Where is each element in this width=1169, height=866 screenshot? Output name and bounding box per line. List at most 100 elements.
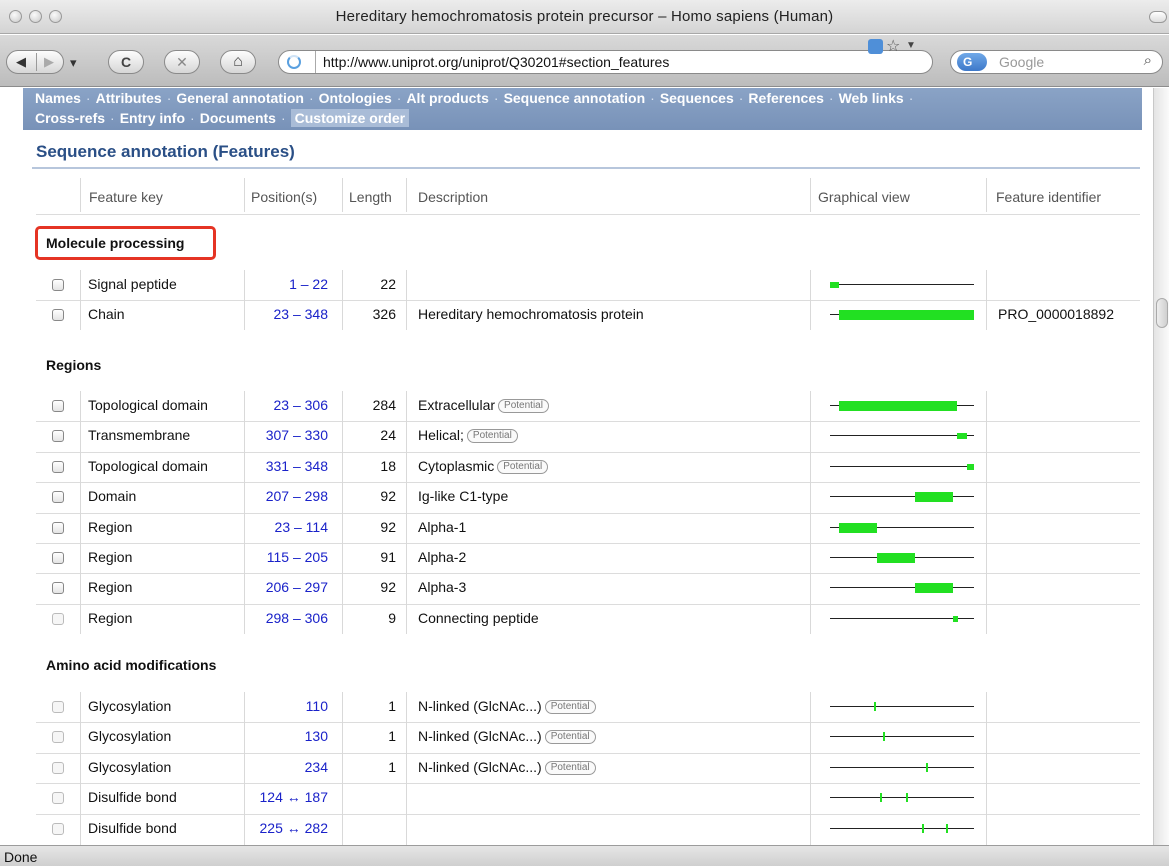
customize-order-link[interactable]: Customize order xyxy=(290,109,410,127)
feature-length: 92 xyxy=(380,518,396,535)
table-row: Topological domain 23 – 306 284 Extracellul… xyxy=(36,391,1140,421)
section-divider xyxy=(32,167,1140,169)
position-link[interactable]: 307 – 330 xyxy=(266,427,328,443)
position-link[interactable]: 225 ↔ 282 xyxy=(260,820,329,836)
position-link[interactable]: 23 – 114 xyxy=(275,519,328,535)
row-checkbox[interactable] xyxy=(52,552,64,564)
status-text: Done xyxy=(4,849,38,865)
feature-key: Region xyxy=(88,579,133,596)
position-link[interactable]: 234 xyxy=(305,759,328,775)
position-link[interactable]: 124 ↔ 187 xyxy=(260,789,329,805)
evidence-badge[interactable]: Potential xyxy=(498,399,549,413)
row-checkbox[interactable] xyxy=(52,612,64,625)
feature-key: Disulfide bond xyxy=(88,819,177,836)
evidence-badge[interactable]: Potential xyxy=(544,700,596,714)
feature-key: Glycosylation xyxy=(88,758,172,775)
nav-link-ontologies[interactable]: Ontologies xyxy=(319,90,392,106)
row-checkbox[interactable] xyxy=(52,279,64,291)
position-link[interactable]: 206 – 297 xyxy=(266,579,328,595)
row-checkbox[interactable] xyxy=(52,521,64,534)
position-link[interactable]: 207 – 298 xyxy=(266,488,328,504)
nav-link-sequences[interactable]: Sequences xyxy=(660,90,734,106)
feature-range-bar xyxy=(915,583,953,594)
row-checkbox[interactable] xyxy=(52,309,64,322)
row-checkbox[interactable] xyxy=(52,731,64,744)
row-checkbox[interactable] xyxy=(52,582,64,595)
section-nav: Names · Attributes · General annotation · Onto… xyxy=(23,88,1142,130)
group-title: Regions xyxy=(46,357,102,373)
table-row: Glycosylation 234 1 N-linked (GlcNAc...) Pot… xyxy=(36,753,1140,783)
vertical-scrollbar[interactable] xyxy=(1153,88,1169,845)
nav-link-entry-info[interactable]: Entry info xyxy=(120,110,185,126)
search-box[interactable]: G Google ⌕ xyxy=(950,50,1163,74)
row-checkbox[interactable] xyxy=(52,792,64,805)
position-link[interactable]: 23 – 306 xyxy=(274,397,329,413)
home-icon[interactable]: ⌂ xyxy=(220,50,256,74)
evidence-badge[interactable]: Potential xyxy=(497,459,549,474)
nav-link-references[interactable]: References xyxy=(748,90,824,106)
scrollbar-thumb[interactable] xyxy=(1156,298,1168,328)
nav-link-alt-products[interactable]: Alt products xyxy=(406,90,488,106)
forward-arrow-icon[interactable]: ▶ xyxy=(44,51,54,73)
bookmark-star-icon[interactable]: ☆ xyxy=(886,36,900,56)
search-icon[interactable]: ⌕ xyxy=(1144,52,1152,69)
col-header-feature-key: Feature key xyxy=(89,189,163,205)
graphical-view xyxy=(820,814,980,844)
nav-separator: · xyxy=(396,90,402,106)
position-link[interactable]: 1 – 22 xyxy=(289,276,328,292)
feature-description: Helical; Potential xyxy=(418,427,518,444)
position-link[interactable]: 115 – 205 xyxy=(267,549,328,565)
row-checkbox[interactable] xyxy=(52,460,64,473)
column-divider xyxy=(406,178,407,212)
position-link[interactable]: 331 – 348 xyxy=(266,458,328,474)
row-checkbox[interactable] xyxy=(52,491,64,504)
evidence-badge[interactable]: Potential xyxy=(466,429,518,444)
nav-link-general-annotation[interactable]: General annotation xyxy=(176,90,304,106)
column-divider xyxy=(810,178,811,212)
feature-key: Chain xyxy=(88,306,125,323)
row-checkbox[interactable] xyxy=(52,822,64,835)
rss-icon[interactable] xyxy=(868,39,883,54)
row-checkbox[interactable] xyxy=(52,701,64,713)
google-search-engine-icon[interactable]: G xyxy=(957,53,987,71)
feature-key: Disulfide bond xyxy=(88,789,177,806)
address-bar[interactable]: http://www.uniprot.org/uniprot/Q30201#se… xyxy=(278,50,933,74)
nav-link-web-links[interactable]: Web links xyxy=(839,90,904,106)
feature-identifier[interactable]: PRO_0000018892 xyxy=(998,306,1114,322)
nav-link-sequence-annotation[interactable]: Sequence annotation xyxy=(504,90,646,106)
section-title: Sequence annotation (Features) xyxy=(36,142,295,161)
graphical-view xyxy=(820,300,980,330)
table-row: Region 23 – 114 92 Alpha-1 xyxy=(36,513,1140,543)
bookmark-dropdown-icon[interactable]: ▼ xyxy=(906,40,916,51)
nav-separator: · xyxy=(110,110,115,126)
position-link[interactable]: 110 xyxy=(306,698,328,714)
nav-link-names[interactable]: Names xyxy=(35,90,81,106)
nav-link-attributes[interactable]: Attributes xyxy=(96,90,162,106)
toolbar-toggle-button[interactable] xyxy=(1149,11,1167,23)
stop-icon[interactable]: ✕ xyxy=(164,50,200,74)
feature-length: 1 xyxy=(388,728,396,745)
row-checkbox[interactable] xyxy=(52,761,64,774)
evidence-badge[interactable]: Potential xyxy=(544,730,596,745)
back-arrow-icon[interactable]: ◀ xyxy=(16,51,26,73)
nav-link-cross-refs[interactable]: Cross-refs xyxy=(35,110,105,126)
feature-description: Alpha-3 xyxy=(418,579,467,596)
url-text[interactable]: http://www.uniprot.org/uniprot/Q30201#se… xyxy=(323,54,669,70)
position-link[interactable]: 130 xyxy=(305,728,328,744)
row-checkbox[interactable] xyxy=(52,400,64,412)
evidence-badge[interactable]: Potential xyxy=(544,760,596,775)
row-checkbox[interactable] xyxy=(52,430,64,443)
sequence-line xyxy=(830,766,974,768)
search-placeholder[interactable]: Google xyxy=(999,54,1044,70)
feature-length: 284 xyxy=(372,397,396,413)
nav-link-documents[interactable]: Documents xyxy=(200,110,276,126)
position-link[interactable]: 23 – 348 xyxy=(274,306,329,322)
feature-site-mark xyxy=(921,823,924,833)
feature-description: Cytoplasmic Potential xyxy=(418,458,549,474)
position-link[interactable]: 298 – 306 xyxy=(266,610,328,626)
graphical-view xyxy=(820,391,980,421)
feature-range-bar xyxy=(953,615,959,622)
reload-icon[interactable]: C xyxy=(108,50,144,74)
history-dropdown-icon[interactable]: ▾ xyxy=(70,52,77,74)
group-title: Molecule processing xyxy=(46,235,185,251)
